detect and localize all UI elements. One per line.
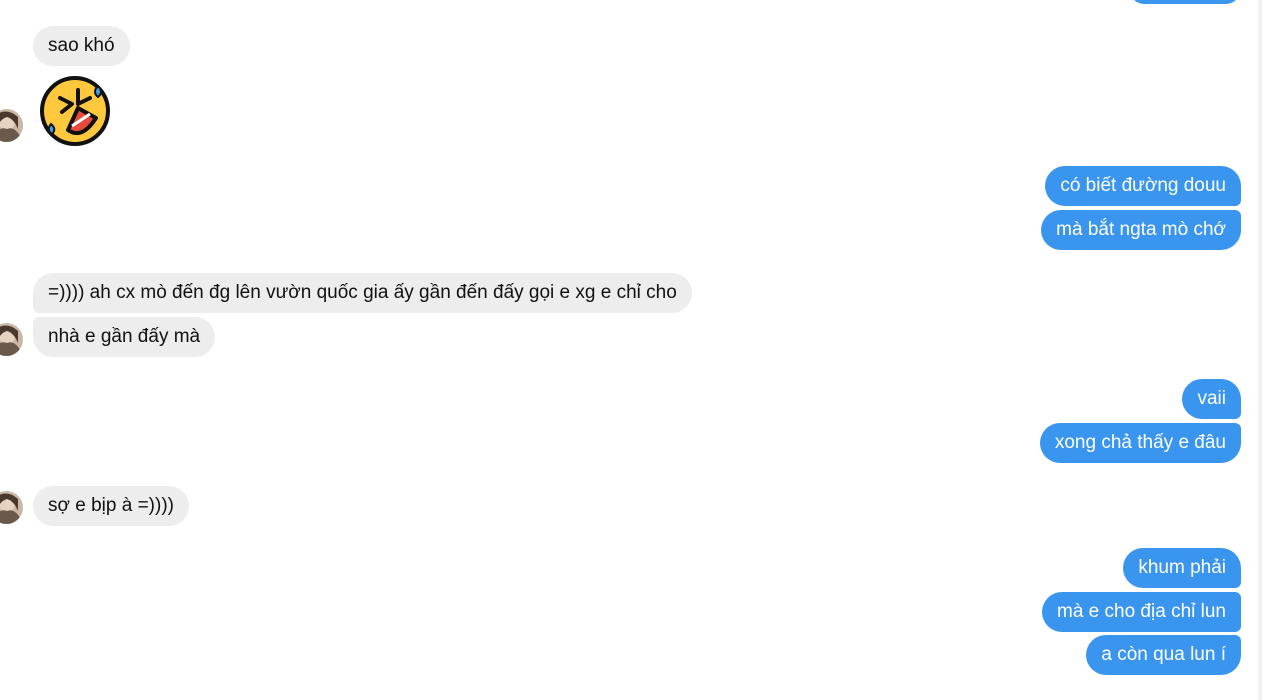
outgoing-message-bubble[interactable]: a còn qua lun í: [1086, 635, 1241, 675]
outgoing-message-bubble[interactable]: mà e cho địa chỉ lun: [1042, 592, 1241, 632]
incoming-message-bubble[interactable]: sợ e bịp à =)))): [33, 486, 189, 526]
conversation-thread: sao khó có biết đường douu mà bắt ngta m…: [0, 0, 1262, 700]
incoming-message-bubble[interactable]: nhà e gần đấy mà: [33, 317, 216, 357]
incoming-message-bubble[interactable]: sao khó: [33, 26, 130, 66]
rolling-laughing-emoji-icon[interactable]: [38, 74, 112, 148]
outgoing-message-bubble[interactable]: vaii: [1182, 379, 1241, 419]
outgoing-message-bubble[interactable]: có biết đường douu: [1045, 166, 1241, 206]
incoming-message-bubble[interactable]: =)))) ah cx mò đến đg lên vườn quốc gia …: [33, 273, 692, 313]
outgoing-message-bubble[interactable]: xong chả thấy e đâu: [1039, 423, 1241, 463]
contact-avatar[interactable]: [0, 323, 23, 356]
outgoing-message-bubble[interactable]: khum phải: [1123, 548, 1241, 588]
contact-avatar[interactable]: [0, 491, 23, 524]
outgoing-message-bubble-partial[interactable]: [1130, 0, 1240, 4]
outgoing-message-bubble[interactable]: mà bắt ngta mò chớ: [1041, 210, 1241, 250]
scrollbar-track[interactable]: [1258, 0, 1262, 700]
contact-avatar[interactable]: [0, 109, 23, 142]
